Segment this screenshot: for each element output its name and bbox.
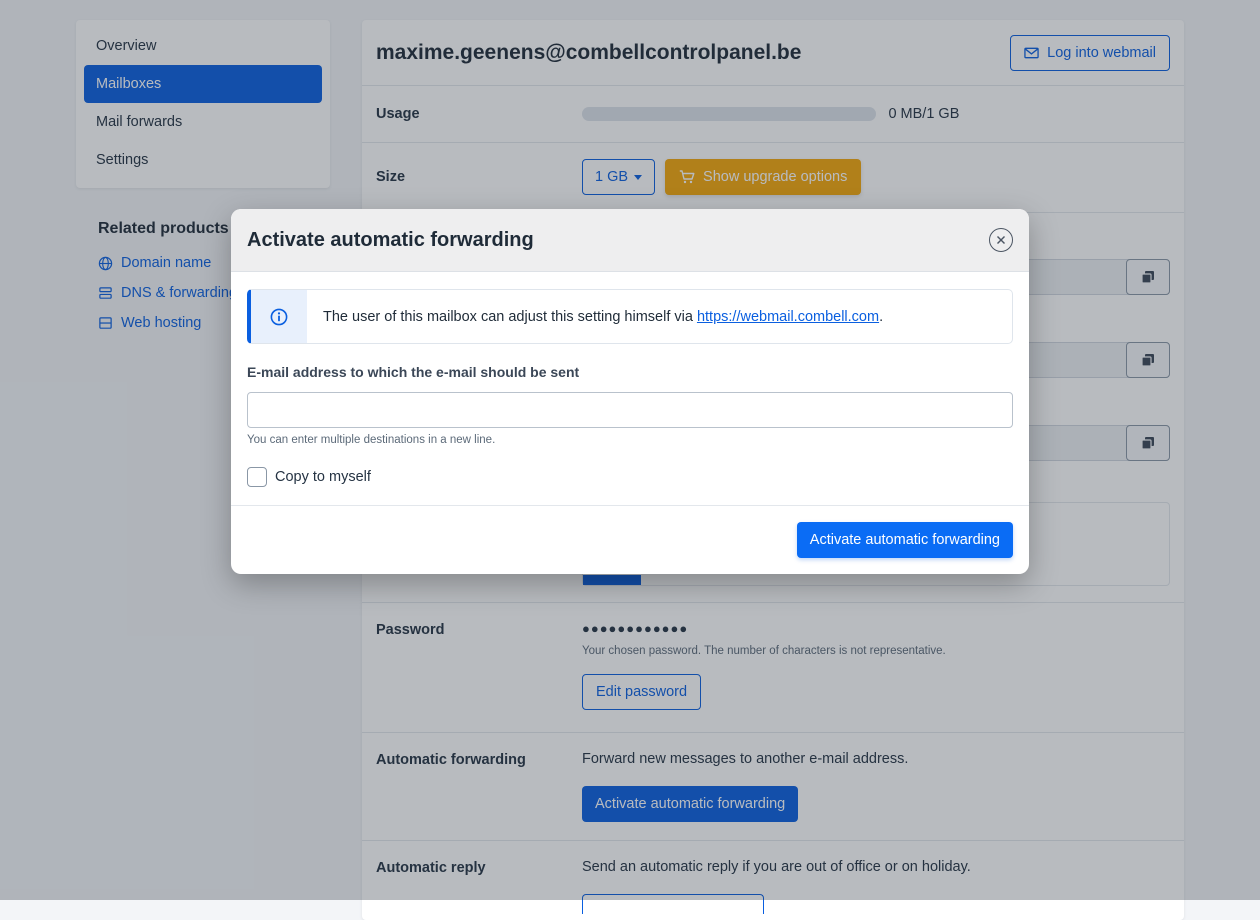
- modal-footer: Activate automatic forwarding: [231, 505, 1029, 574]
- modal-body: The user of this mailbox can adjust this…: [231, 272, 1029, 505]
- forward-address-input[interactable]: [247, 392, 1013, 428]
- modal-header: Activate automatic forwarding: [231, 209, 1029, 272]
- forward-address-label: E-mail address to which the e-mail shoul…: [247, 364, 580, 380]
- info-icon: [270, 308, 288, 325]
- info-alert: The user of this mailbox can adjust this…: [247, 289, 1013, 344]
- submit-forwarding-button[interactable]: Activate automatic forwarding: [796, 522, 1013, 558]
- forward-address-help: You can enter multiple destinations in a…: [247, 434, 496, 446]
- close-button[interactable]: [989, 228, 1013, 252]
- info-text-prefix: The user of this mailbox can adjust this…: [323, 308, 697, 325]
- modal-title: Activate automatic forwarding: [247, 228, 534, 251]
- close-icon: [997, 236, 1005, 244]
- copy-to-myself-row: Copy to myself: [247, 467, 371, 487]
- copy-to-myself-checkbox[interactable]: [247, 467, 267, 487]
- activate-forwarding-modal: Activate automatic forwarding The user o…: [231, 209, 1029, 574]
- submit-forwarding-label: Activate automatic forwarding: [809, 532, 1000, 548]
- info-text-suffix: .: [879, 308, 884, 325]
- webmail-link[interactable]: https://webmail.combell.com: [697, 309, 879, 325]
- copy-to-myself-label[interactable]: Copy to myself: [275, 469, 371, 485]
- info-message: The user of this mailbox can adjust this…: [307, 309, 883, 325]
